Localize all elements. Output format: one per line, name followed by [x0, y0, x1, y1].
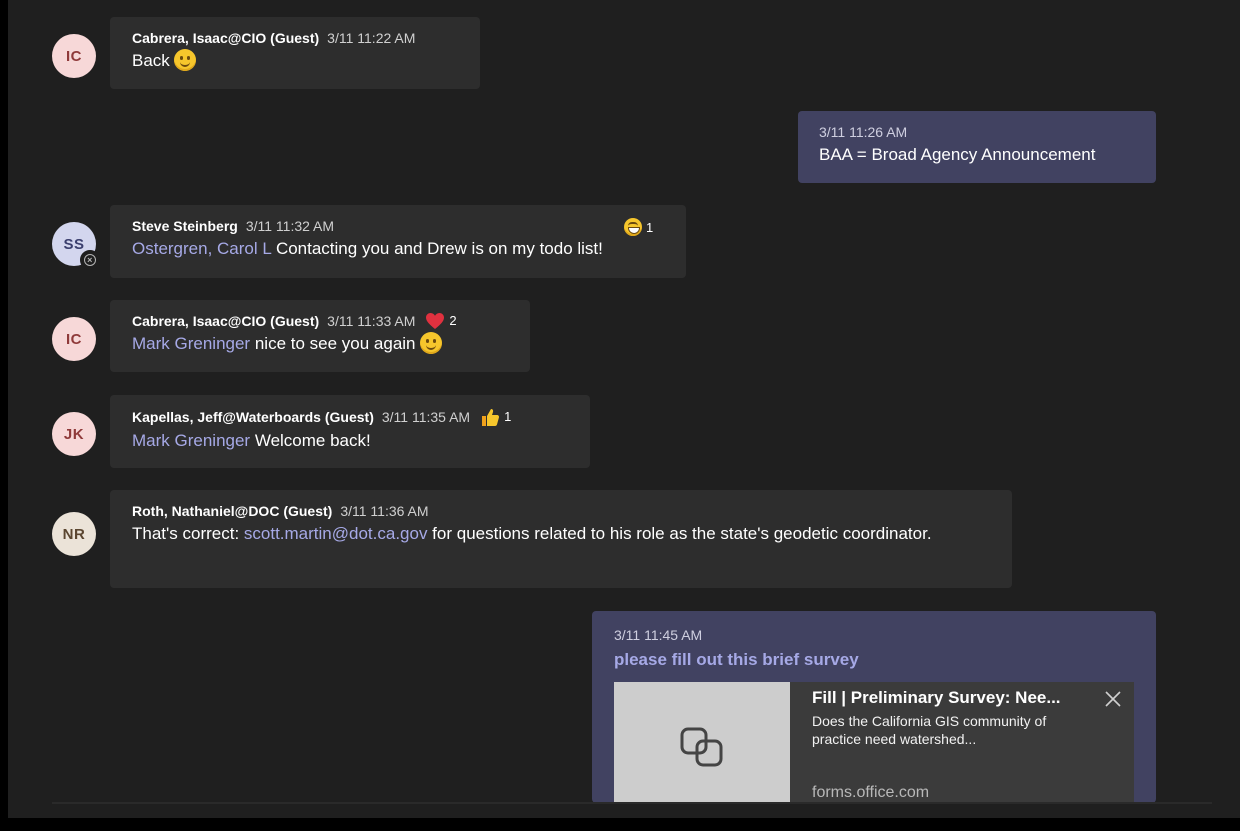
message-meta: Steve Steinberg 3/11 11:32 AM: [132, 217, 664, 235]
message-text: That's correct:: [132, 524, 244, 543]
avatar-initials: JK: [63, 425, 85, 443]
email-link[interactable]: scott.martin@dot.ca.gov: [244, 524, 428, 543]
reaction-count: 2: [449, 313, 457, 328]
message-body: That's correct: scott.martin@dot.ca.gov …: [132, 522, 952, 546]
close-icon[interactable]: [1104, 690, 1122, 708]
message-body: Ostergren, Carol L Contacting you and Dr…: [132, 237, 664, 261]
message-text: Contacting you and Drew is on my todo li…: [271, 239, 603, 258]
compose-area-edge: [0, 818, 1240, 831]
message-time: 3/11 11:36 AM: [340, 503, 429, 519]
card-description: Does the California GIS community of pra…: [812, 713, 1047, 747]
avatar[interactable]: JK: [52, 412, 96, 456]
message-time: 3/11 11:32 AM: [245, 218, 335, 234]
mention[interactable]: Mark Greninger: [132, 431, 250, 450]
message-bubble-own[interactable]: 3/11 11:26 AM BAA = Broad Agency Announc…: [798, 111, 1156, 183]
message-body: Mark Greninger Welcome back!: [132, 429, 568, 453]
message-author: Steve Steinberg: [132, 218, 238, 234]
message-meta: Cabrera, Isaac@CIO (Guest) 3/11 11:22 AM: [132, 29, 458, 47]
mention[interactable]: Ostergren, Carol L: [132, 239, 271, 258]
message-author: Kapellas, Jeff@Waterboards (Guest): [132, 409, 374, 425]
avatar-initials: IC: [66, 330, 82, 348]
message-body: BAA = Broad Agency Announcement: [819, 145, 1096, 164]
window-edge: [0, 0, 8, 831]
message-body: Mark Greninger nice to see you again: [132, 332, 508, 356]
link-preview-card[interactable]: Fill | Preliminary Survey: Nee... Does t…: [614, 682, 1134, 803]
message-author: Cabrera, Isaac@CIO (Guest): [132, 30, 320, 46]
message-text: for questions related to his role as the…: [427, 524, 932, 543]
survey-link[interactable]: please fill out this brief survey: [614, 648, 1134, 672]
avatar-initials: NR: [62, 525, 86, 543]
link-icon: [680, 727, 723, 767]
smile-icon: [173, 49, 196, 71]
message-text: nice to see you again: [250, 334, 416, 353]
heart-icon: [426, 313, 445, 329]
reaction-count: 1: [646, 219, 654, 235]
message-meta: Roth, Nathaniel@DOC (Guest) 3/11 11:36 A…: [132, 502, 990, 520]
laugh-icon: [624, 218, 642, 236]
message-meta: 3/11 11:45 AM: [614, 626, 1134, 644]
message-meta: 3/11 11:26 AM: [819, 123, 1134, 141]
card-thumbnail: [614, 682, 790, 803]
message-bubble-own[interactable]: 3/11 11:45 AM please fill out this brief…: [592, 611, 1156, 803]
message-meta: Kapellas, Jeff@Waterboards (Guest) 3/11 …: [132, 407, 568, 427]
avatar[interactable]: SS ×: [52, 222, 100, 270]
avatar[interactable]: IC: [52, 317, 96, 361]
message-author: Roth, Nathaniel@DOC (Guest): [132, 503, 333, 519]
avatar-initials: SS: [63, 235, 85, 253]
message-time: 3/11 11:22 AM: [327, 30, 416, 46]
mention[interactable]: Mark Greninger: [132, 334, 250, 353]
status-blocked-icon: ×: [80, 250, 100, 270]
message-bubble[interactable]: Roth, Nathaniel@DOC (Guest) 3/11 11:36 A…: [110, 490, 1012, 588]
message-bubble[interactable]: Steve Steinberg 3/11 11:32 AM Ostergren,…: [110, 205, 686, 278]
avatar[interactable]: NR: [52, 512, 96, 556]
smile-icon: [419, 332, 442, 354]
message-time: 3/11 11:26 AM: [819, 124, 908, 140]
message-time: 3/11 11:33 AM: [327, 313, 416, 329]
card-text: Fill | Preliminary Survey: Nee... Does t…: [790, 682, 1134, 803]
reaction-count: 1: [504, 409, 512, 424]
avatar-initials: IC: [66, 47, 82, 65]
reaction[interactable]: 1: [480, 407, 511, 427]
message-time: 3/11 11:45 AM: [614, 627, 703, 643]
message-text: Welcome back!: [250, 431, 371, 450]
card-title: Fill | Preliminary Survey: Nee...: [812, 688, 1061, 707]
message-bubble[interactable]: Cabrera, Isaac@CIO (Guest) 3/11 11:22 AM…: [110, 17, 480, 89]
message-meta: Cabrera, Isaac@CIO (Guest) 3/11 11:33 AM…: [132, 312, 508, 330]
reaction[interactable]: 2: [425, 312, 457, 330]
message-text: Back: [132, 51, 170, 70]
message-bubble[interactable]: Kapellas, Jeff@Waterboards (Guest) 3/11 …: [110, 395, 590, 468]
divider: [52, 802, 1212, 804]
message-bubble[interactable]: Cabrera, Isaac@CIO (Guest) 3/11 11:33 AM…: [110, 300, 530, 372]
card-domain: forms.office.com: [812, 784, 930, 801]
avatar[interactable]: IC: [52, 34, 96, 78]
like-icon: [482, 409, 500, 426]
message-time: 3/11 11:35 AM: [381, 409, 471, 425]
message-body: Back: [132, 49, 458, 73]
reaction[interactable]: 1: [624, 218, 653, 236]
message-author: Cabrera, Isaac@CIO (Guest): [132, 313, 320, 329]
